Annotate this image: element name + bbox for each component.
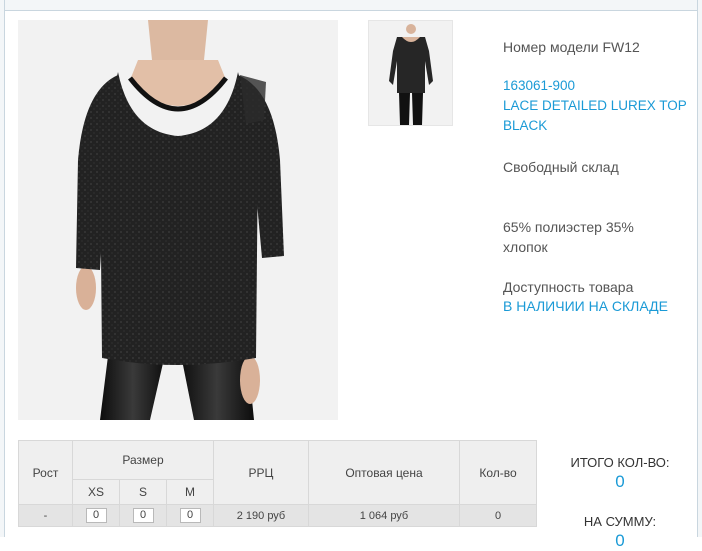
qty-input-s[interactable]: 0 [132,508,154,523]
size-m-header: M [166,479,214,505]
window-top-frame [0,0,702,11]
height-header: Рост [18,440,73,505]
product-name-line2[interactable]: BLACK [503,116,547,136]
qty-input-m[interactable]: 0 [179,508,201,523]
wholesale-value: 1 064 руб [308,504,460,527]
size-s-header: S [119,479,167,505]
window-left-frame [0,0,5,537]
size-price-table: Рост Размер РРЦ Оптовая цена Кол-во XS S… [18,440,537,527]
height-value: - [18,504,73,527]
size-header: Размер [72,440,214,480]
qty-input-xs[interactable]: 0 [85,508,107,523]
qty-header: Кол-во [459,440,537,505]
qty-cell-m: 0 [166,504,214,527]
article-link[interactable]: 163061-900 [503,76,575,96]
window-right-frame [697,0,702,537]
model-number: Номер модели FW12 [503,39,640,55]
wholesale-header: Оптовая цена [308,440,460,505]
availability-label: Доступность товара [503,279,634,295]
size-xs-header: XS [72,479,120,505]
total-qty-value: 0 [615,472,625,491]
qty-cell-xs: 0 [72,504,120,527]
product-name-line1[interactable]: LACE DETAILED LUREX TOP [503,96,687,116]
total-qty-label: ИТОГО КОЛ-ВО: [570,455,670,470]
product-main-photo [18,20,338,420]
availability-status: В НАЛИЧИИ НА СКЛАДЕ [503,298,668,314]
rrp-header: РРЦ [213,440,309,505]
qty-cell-s: 0 [119,504,167,527]
total-sum-value: 0 [615,531,625,550]
composition-line2: хлопок [503,239,548,255]
rrp-value: 2 190 руб [213,504,309,527]
total-sum-label: НА СУММУ: [583,514,657,529]
qty-value: 0 [459,504,537,527]
composition-line1: 65% полиэстер 35% [503,219,634,235]
product-thumbnail[interactable] [368,20,453,126]
warehouse-label: Свободный склад [503,159,619,175]
